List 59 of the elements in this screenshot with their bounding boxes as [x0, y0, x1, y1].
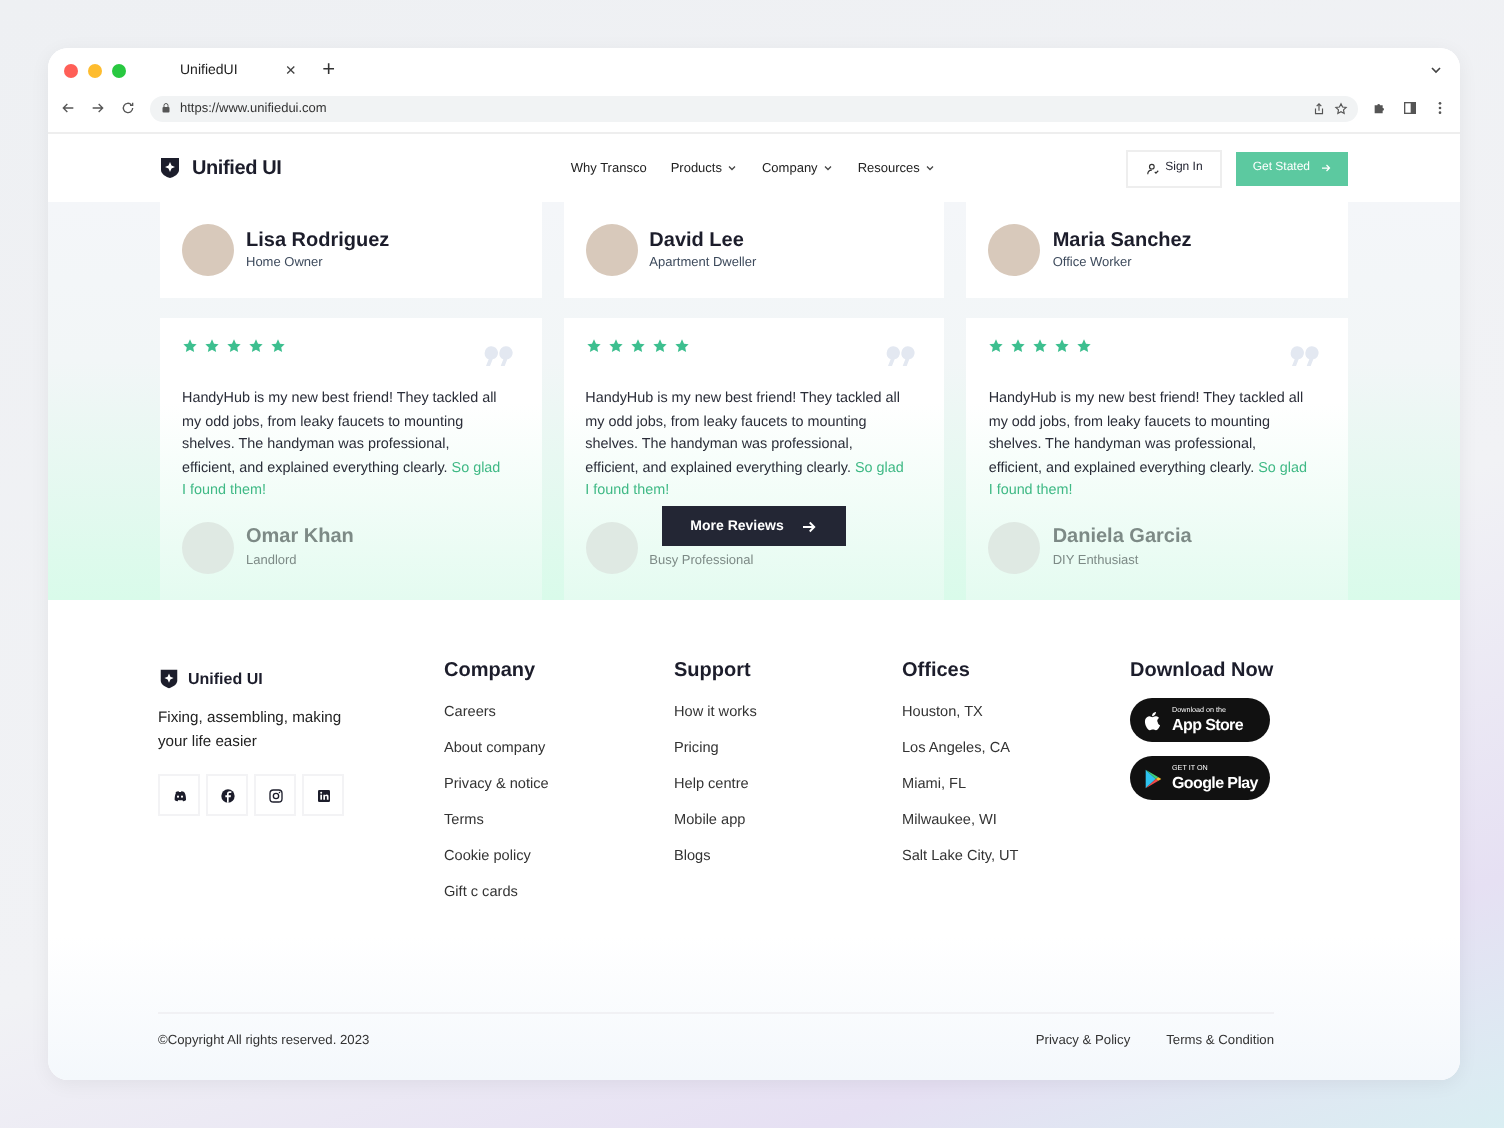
star-icon: [651, 338, 668, 354]
star-icon: [1054, 338, 1071, 354]
avatar-placeholder: [988, 224, 1041, 276]
linkedin-icon: [315, 787, 331, 803]
star-icon: [182, 338, 198, 354]
shield-logo-icon: [158, 668, 180, 690]
linkedin-button[interactable]: [302, 774, 344, 816]
facebook-button[interactable]: [206, 774, 248, 816]
chevron-down-icon: [725, 162, 738, 174]
sidebar-icon[interactable]: [1402, 100, 1418, 116]
star-icon[interactable]: [1334, 101, 1348, 115]
close-window-button[interactable]: [64, 63, 78, 77]
chevron-down-icon: [923, 162, 936, 174]
star-icon: [226, 338, 242, 354]
star-icon: [988, 338, 1005, 354]
star-icon: [248, 338, 264, 354]
back-icon[interactable]: [60, 100, 76, 116]
facebook-icon: [219, 787, 235, 803]
share-icon[interactable]: [1312, 101, 1326, 115]
chevron-down-icon[interactable]: [1428, 62, 1444, 78]
star-icon: [1010, 338, 1027, 354]
discord-icon: [171, 787, 187, 803]
reviewer-name: Maria Sanchez: [1052, 230, 1192, 252]
play-triangle-icon: [1142, 767, 1164, 789]
shield-logo-icon: [158, 156, 182, 180]
lock-icon: [160, 102, 172, 114]
reviewer-name: Omar Khan: [246, 526, 354, 548]
reviewer-name: Daniela Garcia: [1052, 526, 1192, 548]
star-icon: [673, 338, 690, 354]
star-icon: [270, 338, 286, 354]
star-icon: [629, 338, 646, 354]
apple-logo-icon: [1142, 709, 1164, 731]
reviewer-name: David Lee: [649, 230, 746, 252]
chevron-down-icon: [821, 162, 834, 174]
column-title: Company: [444, 660, 538, 682]
star-icon: [585, 338, 602, 354]
column-title: Support: [674, 660, 753, 682]
logo-text: Unified UI: [188, 670, 263, 688]
avatar-placeholder: [585, 224, 638, 276]
arrow-right-icon: [799, 517, 818, 535]
instagram-icon: [267, 787, 283, 803]
column-title: Download Now: [1130, 660, 1276, 682]
logo-text: Unified UI: [192, 157, 282, 179]
avatar-placeholder: [182, 224, 234, 276]
tab-close-button[interactable]: ×: [285, 61, 297, 79]
arrow-right-icon: [1320, 162, 1332, 174]
column-title: Offices: [902, 660, 972, 682]
new-tab-button[interactable]: +: [322, 59, 335, 81]
forward-icon[interactable]: [90, 100, 106, 116]
star-icon: [607, 338, 624, 354]
reload-icon[interactable]: [120, 100, 136, 116]
puzzle-icon[interactable]: [1372, 100, 1388, 116]
star-icon: [204, 338, 220, 354]
instagram-button[interactable]: [254, 774, 296, 816]
user-icon: [1145, 161, 1160, 175]
discord-button[interactable]: [158, 774, 200, 816]
reviewer-name: Lisa Rodriguez: [246, 230, 390, 252]
star-icon: [1032, 338, 1049, 354]
star-icon: [1076, 338, 1093, 354]
